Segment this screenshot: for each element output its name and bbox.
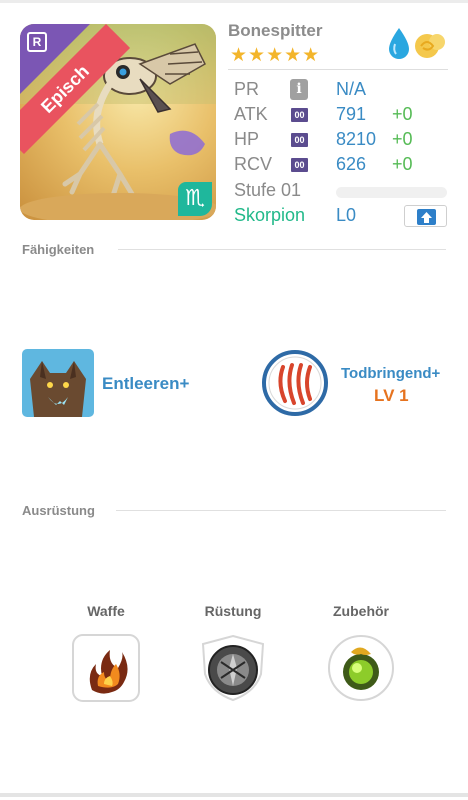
pr-value: N/A [336,79,367,99]
header-divider [228,69,448,70]
equipment-section-title: Ausrüstung [22,503,95,518]
accessory-slot[interactable] [327,634,395,702]
hp-value: 8210 [336,129,377,149]
stat-row-level: Stufe 01 [234,180,454,204]
stat-row-zodiac: Skorpion L0 [234,205,454,229]
bottom-divider [0,793,468,797]
green-orb-accessory-icon [328,635,394,701]
top-divider [0,0,468,3]
wolf-portrait-icon [22,349,94,417]
atk-value: 791 [336,104,367,124]
stat-row-hp: HP 00 8210 +0 [234,129,454,153]
rcv-bonus: +0 [392,154,413,174]
level-progress-bar [336,187,447,198]
wind-cloud-icon [415,34,445,58]
skill-todbringend-label[interactable]: Todbringend+ [341,365,440,382]
stat-row-rcv: RCV 00 626 +0 [234,154,454,178]
weapon-label: Waffe [87,603,125,619]
armor-slot[interactable] [199,634,267,702]
atk-plus-badge: 00 [291,108,308,122]
pr-label: PR [234,79,260,99]
rcv-value: 626 [336,154,367,174]
zodiac-name: Skorpion [234,205,306,225]
zodiac-level: L0 [336,205,357,225]
hp-plus-badge: 00 [291,133,308,147]
weapon-slot[interactable] [72,634,140,702]
arrow-up-icon [417,209,436,225]
level-label: Stufe 01 [234,180,302,200]
water-drop-icon [389,28,409,59]
monster-name: Bonespitter [228,21,323,40]
skill-todbringend-level: LV 1 [374,386,409,405]
hp-bonus: +0 [392,129,413,149]
skill-entleeren-button[interactable] [22,349,94,417]
rarity-badge: R [27,32,47,52]
element-icons [389,28,445,59]
shield-armor-icon [201,634,265,702]
stat-row-pr: PR i N/A [234,79,454,103]
accessory-label: Zubehör [333,603,389,619]
flame-weapon-icon [72,634,140,702]
rcv-label: RCV [234,154,273,174]
skills-section-title: Fähigkeiten [22,242,95,257]
atk-bonus: +0 [392,104,413,124]
stat-row-atk: ATK 00 791 +0 [234,104,454,128]
claw-slash-icon [262,350,328,416]
rcv-plus-badge: 00 [291,158,308,172]
skill-todbringend-button[interactable] [261,349,329,417]
scorpio-sign-icon: ♏ [178,182,212,216]
info-icon[interactable]: i [290,79,308,100]
skill-entleeren-label[interactable]: Entleeren+ [102,374,189,394]
hp-label: HP [234,129,260,149]
monster-portrait[interactable]: R Episch ♏ [20,24,216,220]
equipment-section-divider [116,510,446,511]
star-rating: ★★★★★ [230,45,321,66]
zodiac-upgrade-button[interactable] [404,205,447,227]
atk-label: ATK [234,104,268,124]
armor-label: Rüstung [204,603,262,619]
skills-section-divider [118,249,446,250]
